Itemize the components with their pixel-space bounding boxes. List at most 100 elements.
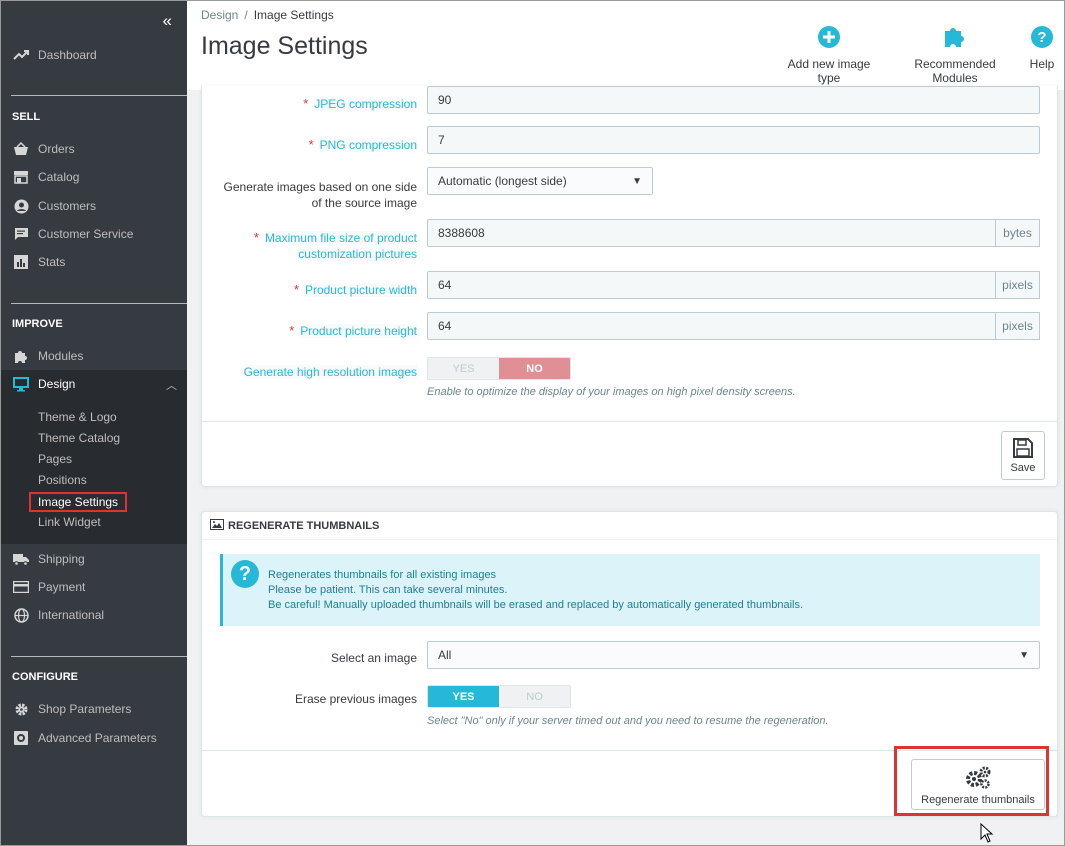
add-image-type-button[interactable]: Add new image type [777,23,881,85]
trending-up-icon [12,47,30,63]
max-file-size-input[interactable]: 8388608 [427,219,996,247]
floppy-disk-icon [1002,437,1044,462]
submenu-link-widget[interactable]: Link Widget [38,515,101,529]
sidebar-item-stats[interactable]: Stats [1,249,187,275]
submenu-theme-logo[interactable]: Theme & Logo [38,410,117,424]
alert-line: Regenerates thumbnails for all existing … [268,569,497,581]
panel-heading-title: REGENERATE THUMBNAILS [228,519,380,532]
design-submenu: Theme & Logo Theme Catalog Pages Positio… [1,398,187,544]
submenu-pages[interactable]: Pages [38,452,72,466]
toggle-no[interactable]: NO [499,686,570,707]
sidebar-item-design[interactable]: Design ︿ [1,370,187,398]
chevron-up-icon: ︿ [166,380,177,392]
panel-footer-divider [202,421,1057,422]
sidebar-divider [11,95,187,96]
jpeg-compression-input[interactable]: 90 [427,86,1040,114]
sidebar-item-advanced-parameters[interactable]: Advanced Parameters [1,725,187,751]
required-star: * [293,282,299,297]
max-file-size-label: * Maximum file size of product customizat… [254,230,417,262]
svg-text:?: ? [1037,29,1046,46]
breadcrumb-design[interactable]: Design [201,8,238,22]
breadcrumb-separator: / [244,8,248,22]
credit-card-icon [12,579,30,595]
page-title: Image Settings [201,32,368,60]
sidebar-item-modules[interactable]: Modules [1,343,187,369]
generate-side-select[interactable]: Automatic (longest side) ▼ [427,167,653,195]
puzzle-icon [12,348,30,364]
submenu-positions[interactable]: Positions [38,473,87,487]
select-value: All [438,648,452,662]
sidebar-item-payment[interactable]: Payment [1,574,187,600]
sidebar-item-orders[interactable]: Orders [1,136,187,162]
product-width-input[interactable]: 64 [427,271,996,299]
product-width-label: * Product picture width [294,282,417,298]
submenu-theme-catalog[interactable]: Theme Catalog [38,431,120,445]
save-button[interactable]: Save [1001,431,1045,480]
basket-icon [12,141,30,157]
add-image-type-label: Add new image type [787,57,871,85]
toggle-yes[interactable]: YES [428,358,499,379]
high-resolution-toggle[interactable]: YES NO [427,357,571,380]
settings-box-icon [12,730,30,746]
high-resolution-help: Enable to optimize the display of your i… [427,386,796,398]
user-circle-icon [12,198,30,214]
label-text: Product picture height [300,324,417,338]
toggle-yes[interactable]: YES [428,686,499,707]
sidebar-item-customers[interactable]: Customers [1,193,187,219]
gears-icon [912,765,1044,794]
select-value: Automatic (longest side) [438,174,567,188]
label-text: Maximum file size of product [264,231,417,245]
sidebar-item-dashboard[interactable]: Dashboard [1,42,187,68]
save-label: Save [1010,462,1036,474]
erase-previous-toggle[interactable]: YES NO [427,685,571,708]
jpeg-compression-label: * JPEG compression [303,96,417,112]
required-star: * [303,96,309,111]
bytes-addon: bytes [996,219,1040,247]
chevron-down-icon: ▼ [632,175,642,187]
sidebar-item-catalog[interactable]: Catalog [1,164,187,190]
erase-previous-help: Select "No" only if your server timed ou… [427,715,829,727]
sidebar-item-customer-service[interactable]: Customer Service [1,221,187,247]
panel-heading: REGENERATE THUMBNAILS [202,512,1057,540]
plus-circle-icon [777,23,881,51]
page-header: Design / Image Settings Image Settings Add… [187,0,1065,90]
sidebar-divider [11,303,187,304]
png-compression-label: * PNG compression [309,137,417,153]
info-alert: ? Regenerates thumbnails for all existin… [220,554,1040,626]
sidebar-item-label: Customer Service [38,227,134,241]
chat-icon [12,226,30,242]
gear-icon [12,701,30,717]
recommended-modules-button[interactable]: Recommended Modules [892,23,1018,85]
sidebar-item-international[interactable]: International [1,602,187,628]
sidebar: « Dashboard SELL Orders Catalog Customer… [0,0,187,846]
product-height-label: * Product picture height [289,323,417,339]
regenerate-thumbnails-button[interactable]: Regenerate thumbnails [911,759,1045,810]
erase-previous-label: Erase previous images [294,692,417,706]
generate-side-label: Generate images based on one side of the… [224,179,417,211]
required-star: * [253,230,259,245]
image-icon [210,518,224,533]
section-title-sell: SELL [12,111,41,123]
sidebar-item-label: Orders [38,142,75,156]
toggle-no[interactable]: NO [499,358,570,379]
question-circle-icon: ? [231,560,259,588]
product-height-input[interactable]: 64 [427,312,996,340]
png-compression-input[interactable]: 7 [427,126,1040,154]
pixels-addon: pixels [996,312,1040,340]
help-button[interactable]: ? Help [1025,23,1059,71]
sidebar-item-label: Design [38,377,76,391]
regenerate-highlight: Regenerate thumbnails [894,746,1049,816]
sidebar-item-shipping[interactable]: Shipping [1,546,187,572]
alert-text: Regenerates thumbnails for all existing … [268,568,803,613]
select-image-dropdown[interactable]: All ▼ [427,641,1040,669]
recommended-modules-label: Recommended Modules [914,57,996,85]
collapse-sidebar-button[interactable]: « [163,11,173,31]
mouse-cursor-icon [980,822,994,846]
label-text: Generate high resolution images [243,365,417,379]
sidebar-item-shop-parameters[interactable]: Shop Parameters [1,696,187,722]
label-text: customization pictures [298,247,417,261]
section-title-improve: IMPROVE [12,318,63,330]
submenu-image-settings[interactable]: Image Settings [29,492,128,512]
required-star: * [289,323,295,338]
sidebar-item-label: Dashboard [38,48,97,62]
